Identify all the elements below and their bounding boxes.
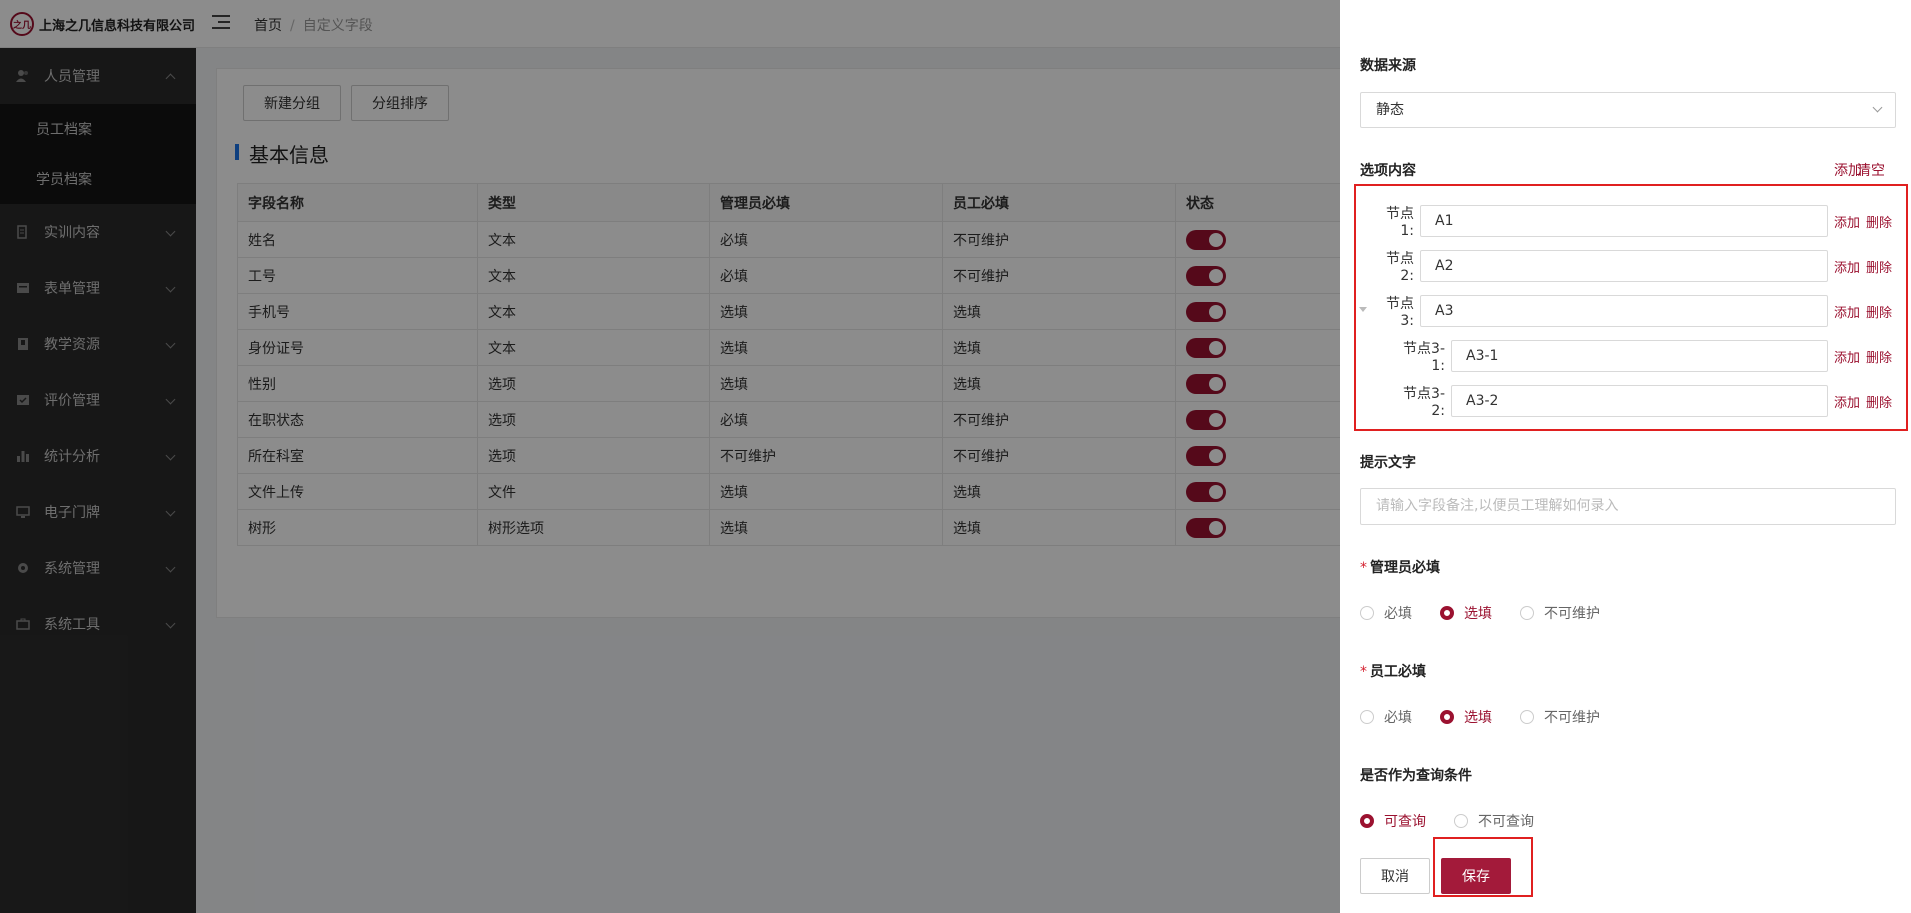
- modal-overlay[interactable]: [0, 0, 1340, 913]
- node-row-3-2: 节点3-2: A3-2 添加 删除: [1392, 383, 1892, 419]
- edit-field-drawer: 数据来源 静态 选项内容 添加 清空 节点1: A1 添加 删除 节点2: A2…: [1340, 0, 1911, 913]
- query-condition-label: 是否作为查询条件: [1360, 768, 1472, 784]
- save-button[interactable]: 保存: [1441, 858, 1511, 894]
- node-input[interactable]: A1: [1420, 205, 1828, 237]
- data-source-value: 静态: [1376, 102, 1404, 118]
- radio-circle-icon: [1520, 606, 1534, 620]
- node-delete-link[interactable]: 删除: [1866, 257, 1892, 276]
- chevron-down-icon: [1872, 102, 1883, 113]
- radio-staff-required[interactable]: 必填: [1360, 707, 1412, 727]
- radio-circle-icon: [1360, 814, 1374, 828]
- radio-queryable[interactable]: 可查询: [1360, 811, 1426, 831]
- admin-required-radio-group: 必填 选填 不可维护: [1360, 603, 1628, 623]
- node-row-3: 节点3: A3 添加 删除: [1374, 293, 1892, 329]
- node-delete-link[interactable]: 删除: [1866, 212, 1892, 231]
- admin-required-label: * 管理员必填: [1360, 560, 1440, 576]
- hint-input[interactable]: 请输入字段备注,以便员工理解如何录入: [1360, 488, 1896, 525]
- radio-admin-optional[interactable]: 选填: [1440, 603, 1492, 623]
- node-add-link[interactable]: 添加: [1834, 212, 1860, 231]
- data-source-select[interactable]: 静态: [1360, 92, 1896, 128]
- options-clear-link[interactable]: 清空: [1857, 160, 1885, 180]
- node-label: 节点3-1:: [1403, 341, 1445, 374]
- node-delete-link[interactable]: 删除: [1866, 347, 1892, 366]
- node-delete-link[interactable]: 删除: [1866, 302, 1892, 321]
- node-label: 节点3:: [1386, 296, 1414, 329]
- node-row-3-1: 节点3-1: A3-1 添加 删除: [1392, 338, 1892, 374]
- node-input[interactable]: A2: [1420, 250, 1828, 282]
- node-input[interactable]: A3-2: [1451, 385, 1828, 417]
- cancel-button[interactable]: 取消: [1360, 858, 1430, 894]
- node-label: 节点1:: [1386, 206, 1414, 239]
- query-condition-radio-group: 可查询 不可查询: [1360, 811, 1562, 831]
- radio-circle-icon: [1360, 606, 1374, 620]
- node-add-link[interactable]: 添加: [1834, 302, 1860, 321]
- hint-label: 提示文字: [1360, 455, 1416, 471]
- radio-circle-icon: [1360, 710, 1374, 724]
- radio-not-queryable[interactable]: 不可查询: [1454, 811, 1534, 831]
- node-add-link[interactable]: 添加: [1834, 392, 1860, 411]
- node-row-2: 节点2: A2 添加 删除: [1374, 248, 1892, 284]
- radio-circle-icon: [1454, 814, 1468, 828]
- node-add-link[interactable]: 添加: [1834, 257, 1860, 276]
- node-delete-link[interactable]: 删除: [1866, 392, 1892, 411]
- node-label: 节点2:: [1386, 251, 1414, 284]
- node-row-1: 节点1: A1 添加 删除: [1374, 203, 1892, 239]
- node-input[interactable]: A3: [1420, 295, 1828, 327]
- radio-admin-unmaintainable[interactable]: 不可维护: [1520, 603, 1600, 623]
- options-label: 选项内容: [1360, 163, 1416, 179]
- radio-staff-optional[interactable]: 选填: [1440, 707, 1492, 727]
- caret-down-icon[interactable]: [1359, 307, 1367, 312]
- node-label: 节点3-2:: [1403, 386, 1445, 419]
- staff-required-label: * 员工必填: [1360, 664, 1426, 680]
- node-input[interactable]: A3-1: [1451, 340, 1828, 372]
- data-source-label: 数据来源: [1360, 58, 1416, 74]
- radio-circle-icon: [1440, 606, 1454, 620]
- node-add-link[interactable]: 添加: [1834, 347, 1860, 366]
- staff-required-radio-group: 必填 选填 不可维护: [1360, 707, 1628, 727]
- radio-circle-icon: [1440, 710, 1454, 724]
- radio-staff-unmaintainable[interactable]: 不可维护: [1520, 707, 1600, 727]
- radio-admin-required[interactable]: 必填: [1360, 603, 1412, 623]
- radio-circle-icon: [1520, 710, 1534, 724]
